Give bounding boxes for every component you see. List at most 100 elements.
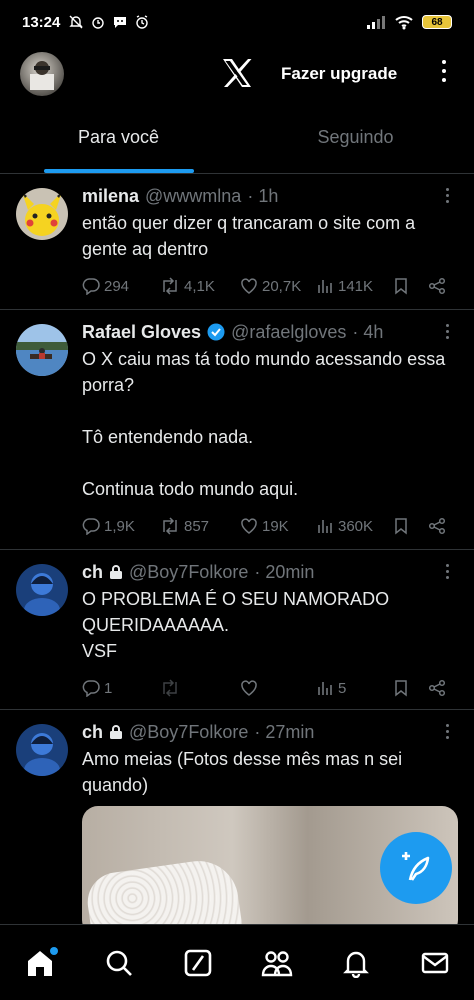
avatar[interactable]: [16, 188, 68, 240]
post-time: · 1h: [247, 186, 279, 206]
views-button[interactable]: 5: [316, 679, 392, 697]
alarm-icon: [92, 17, 105, 29]
post-actions: 1 5: [82, 676, 458, 700]
post-more-icon[interactable]: [446, 188, 452, 203]
author-handle[interactable]: @Boy7Folkore: [129, 560, 248, 584]
reply-button[interactable]: 1,9K: [82, 517, 160, 535]
reply-count: 1: [104, 679, 113, 697]
post[interactable]: milena @wwwmlna · 1h então quer dizer q …: [0, 174, 474, 310]
repost-disabled-icon: [163, 679, 177, 697]
new-content-dot: [49, 946, 58, 955]
blue-portrait-avatar: [16, 564, 68, 616]
post-actions: 1,9K 857 19K 360K: [82, 514, 458, 538]
nav-messages[interactable]: [415, 943, 455, 983]
verified-badge-icon: [207, 323, 225, 341]
more-options-icon[interactable]: [440, 60, 448, 82]
lock-icon: [110, 565, 123, 579]
avatar-photo: [30, 61, 54, 90]
post-text: O PROBLEMA É O SEU NAMORADO QUERIDAAAAAA…: [82, 589, 390, 661]
reply-count: 1,9K: [104, 517, 135, 535]
repost-button[interactable]: 4,1K: [160, 277, 240, 295]
post-time: · 4h: [352, 322, 384, 342]
post-time: · 20min: [254, 562, 315, 582]
nav-notifications[interactable]: [336, 943, 376, 983]
like-count: 20,7K: [262, 277, 302, 295]
grok-icon: [184, 949, 211, 976]
reply-button[interactable]: 1: [82, 679, 160, 697]
heart-icon: [241, 278, 257, 294]
author-handle[interactable]: @rafaelgloves: [231, 320, 346, 344]
views-count: 5: [338, 679, 347, 697]
post-more-icon[interactable]: [446, 564, 452, 579]
heart-icon: [241, 680, 257, 696]
reply-icon: [82, 518, 100, 535]
avatar[interactable]: [16, 724, 68, 776]
notifications-icon: [342, 951, 369, 978]
like-count: 19K: [262, 517, 289, 535]
upgrade-button[interactable]: Fazer upgrade: [281, 64, 397, 84]
repost-count: 4,1K: [184, 277, 215, 295]
tab-for-you[interactable]: Para você: [0, 106, 237, 173]
post-more-icon[interactable]: [446, 324, 452, 339]
post-time: · 27min: [254, 722, 315, 742]
messages-icon: [421, 952, 448, 973]
timeline-tabs: Para você Seguindo: [0, 106, 474, 174]
profile-avatar[interactable]: [20, 52, 64, 96]
share-icon[interactable]: [428, 517, 446, 535]
author-name[interactable]: Rafael Gloves: [82, 320, 201, 344]
views-button[interactable]: 360K: [316, 517, 392, 535]
like-button[interactable]: 20,7K: [240, 277, 316, 295]
tab-following[interactable]: Seguindo: [237, 106, 474, 173]
avatar[interactable]: [16, 564, 68, 616]
views-count: 141K: [338, 277, 374, 295]
reply-count: 294: [104, 277, 130, 295]
author-name[interactable]: ch: [82, 560, 103, 584]
post[interactable]: Rafael Gloves @rafaelgloves · 4h O X cai…: [0, 310, 474, 550]
pikachu-avatar: [16, 188, 68, 240]
share-icon[interactable]: [428, 277, 446, 295]
avatar[interactable]: [16, 324, 68, 376]
post[interactable]: ch @Boy7Folkore · 20min O PROBLEMA É O S…: [0, 550, 474, 710]
feather-plus-icon: [402, 852, 430, 881]
author-handle[interactable]: @Boy7Folkore: [129, 720, 248, 744]
lake-avatar: [16, 324, 68, 376]
author-name[interactable]: milena: [82, 184, 139, 208]
repost-button[interactable]: 857: [160, 517, 240, 535]
nav-communities[interactable]: [257, 943, 297, 983]
views-button[interactable]: 141K: [316, 277, 392, 295]
repost-icon: [163, 277, 177, 295]
top-app-bar: Fazer upgrade: [0, 44, 474, 106]
nav-grok[interactable]: [178, 943, 218, 983]
nav-home[interactable]: [20, 943, 60, 983]
reply-button[interactable]: 294: [82, 277, 160, 295]
compose-post-button[interactable]: [380, 832, 452, 904]
nav-search[interactable]: [99, 943, 139, 983]
share-icon[interactable]: [428, 679, 446, 697]
status-time: 13:24: [22, 13, 61, 31]
status-bar: 13:24 68: [0, 0, 474, 44]
lock-icon: [110, 725, 123, 739]
like-button[interactable]: [240, 679, 316, 697]
battery-icon: 68: [422, 15, 452, 29]
heart-icon: [241, 518, 257, 534]
wifi-icon: [395, 16, 413, 30]
bookmark-icon[interactable]: [392, 517, 410, 535]
communities-icon: [261, 950, 292, 976]
reply-icon: [82, 680, 100, 697]
x-logo-icon[interactable]: [221, 58, 253, 88]
bookmark-icon[interactable]: [392, 679, 410, 697]
repost-button[interactable]: [160, 679, 240, 697]
post-more-icon[interactable]: [446, 724, 452, 739]
author-handle[interactable]: @wwwmlna: [145, 184, 241, 208]
post-text: então quer dizer q trancaram o site com …: [82, 213, 416, 259]
views-icon: [318, 520, 332, 533]
signal-icon: [367, 16, 385, 29]
repost-count: 857: [184, 517, 210, 535]
search-icon: [106, 950, 132, 976]
post-text: O X caiu mas tá todo mundo acessando ess…: [82, 349, 446, 499]
author-name[interactable]: ch: [82, 720, 103, 744]
like-button[interactable]: 19K: [240, 517, 316, 535]
post-text: Amo meias (Fotos desse mês mas n sei qua…: [82, 749, 403, 795]
repost-icon: [163, 517, 177, 535]
bookmark-icon[interactable]: [392, 277, 410, 295]
